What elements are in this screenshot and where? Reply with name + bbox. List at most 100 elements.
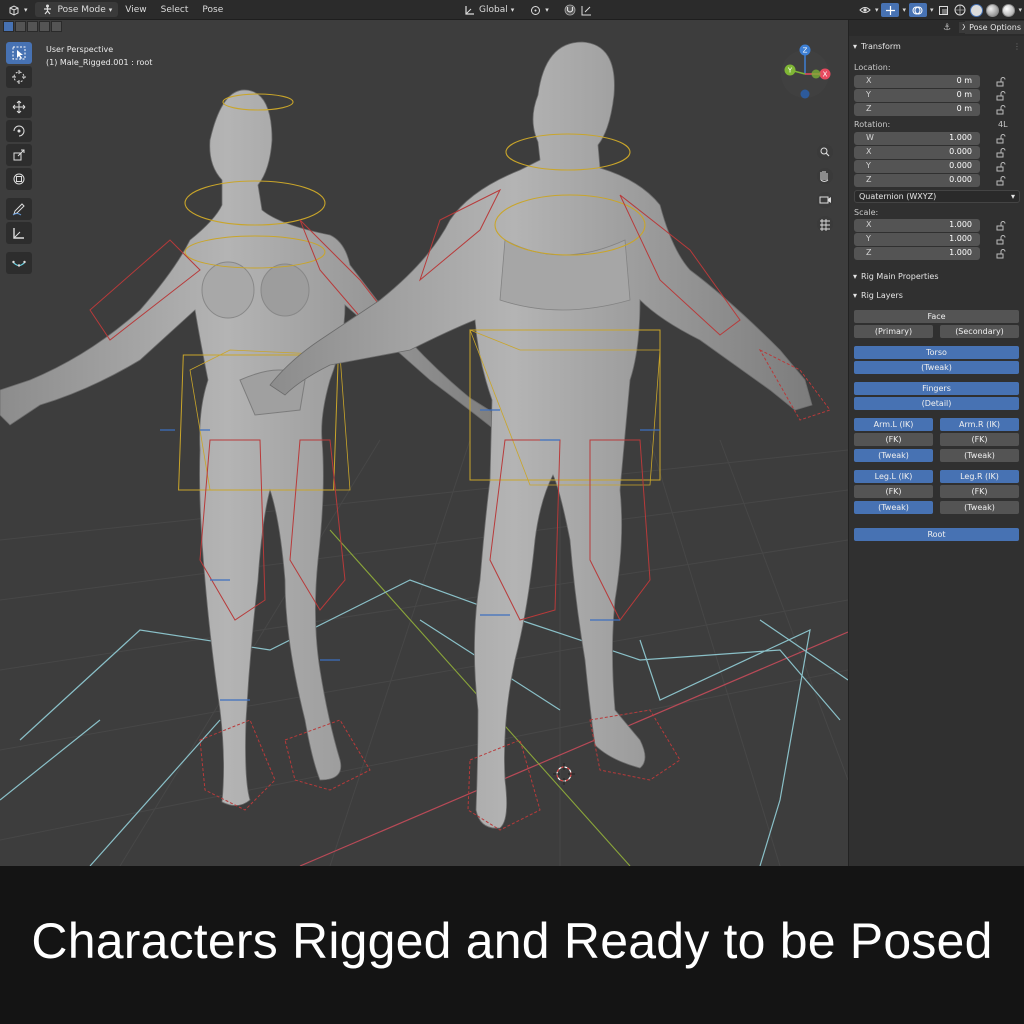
sidebar-panel: ⚓ X Pose Options ▾ Transform ⋮⋮ Location… <box>848 20 1024 866</box>
pivot-point-dropdown[interactable]: ▾ <box>521 0 556 20</box>
annotate-tool[interactable] <box>6 198 32 220</box>
scale-x-field[interactable]: X 1.000 <box>854 219 980 232</box>
sidebar-tabs: ⚓ X Pose Options <box>849 20 1024 36</box>
unlock-icon[interactable] <box>996 105 1006 115</box>
3d-viewport[interactable]: User Perspective (1) Male_Rigged.001 : r… <box>0 20 848 866</box>
orientation-axes-icon <box>462 3 476 17</box>
layer-arm-r-tweak-button[interactable]: (Tweak) <box>940 449 1019 462</box>
panel-transform-header[interactable]: ▾ Transform <box>853 42 901 51</box>
male-character[interactable] <box>269 41 831 831</box>
layer-leg-r-fk-button[interactable]: (FK) <box>940 485 1019 498</box>
navigation-gizmo[interactable]: Z X Y <box>776 42 836 242</box>
rotation-mode-dropdown[interactable]: Quaternion (WXYZ) ▾ <box>854 190 1020 203</box>
select-extend-icon[interactable] <box>15 21 26 32</box>
menu-pose[interactable]: Pose <box>195 0 230 20</box>
scale-tool[interactable] <box>6 144 32 166</box>
measure-tool[interactable] <box>6 222 32 244</box>
sidebar-pin-icon[interactable]: ⚓ <box>943 23 951 33</box>
select-intersect-icon[interactable] <box>51 21 62 32</box>
menu-view[interactable]: View <box>118 0 153 20</box>
scale-y-field[interactable]: Y 1.000 <box>854 233 980 246</box>
move-tool[interactable] <box>6 96 32 118</box>
layer-torso-tweak-button[interactable]: (Tweak) <box>854 361 1019 374</box>
chevron-down-icon[interactable]: ▾ <box>902 6 906 14</box>
unlock-icon[interactable] <box>996 148 1006 158</box>
layer-leg-l-ik-button[interactable]: Leg.L (IK) <box>854 470 933 483</box>
layer-fingers-button[interactable]: Fingers <box>854 382 1019 395</box>
scene-canvas[interactable] <box>0 20 848 866</box>
relax-pose-tool[interactable] <box>6 252 32 274</box>
overlays-icon[interactable] <box>908 3 927 17</box>
rotation-z-field[interactable]: Z 0.000 <box>854 174 980 187</box>
chevron-down-icon[interactable]: ▾ <box>875 6 879 14</box>
unlock-icon[interactable] <box>996 176 1006 186</box>
solid-shading-icon[interactable] <box>970 3 984 17</box>
layer-arm-r-fk-button[interactable]: (FK) <box>940 433 1019 446</box>
layer-face-secondary-button[interactable]: (Secondary) <box>940 325 1019 338</box>
rotation-mode-value: Quaternion (WXYZ) <box>859 192 937 201</box>
material-shading-icon[interactable] <box>986 3 1000 17</box>
panel-rig-layers-header[interactable]: ▾ Rig Layers <box>853 291 903 300</box>
wireframe-shading-icon[interactable] <box>953 3 967 17</box>
chevron-down-icon: ▾ <box>853 42 858 51</box>
layer-face-primary-button[interactable]: (Primary) <box>854 325 933 338</box>
layer-arm-l-fk-button[interactable]: (FK) <box>854 433 933 446</box>
scale-label: Scale: <box>854 208 879 217</box>
transform-tool[interactable] <box>6 168 32 190</box>
unlock-icon[interactable] <box>996 235 1006 245</box>
female-character[interactable] <box>0 89 506 811</box>
transform-orientation-dropdown[interactable]: Global ▾ <box>455 0 521 20</box>
xray-icon[interactable] <box>936 3 950 17</box>
layer-arm-r-ik-button[interactable]: Arm.R (IK) <box>940 418 1019 431</box>
unlock-icon[interactable] <box>996 91 1006 101</box>
cursor-tool[interactable] <box>6 66 32 88</box>
panel-rig-main-header[interactable]: ▾ Rig Main Properties <box>853 272 939 281</box>
panel-drag-handle[interactable]: ⋮⋮ <box>1013 42 1024 51</box>
snap-toggle[interactable] <box>556 0 601 20</box>
rotation-x-field[interactable]: X 0.000 <box>854 146 980 159</box>
select-invert-icon[interactable] <box>39 21 50 32</box>
layer-torso-button[interactable]: Torso <box>854 346 1019 359</box>
layer-leg-l-tweak-button[interactable]: (Tweak) <box>854 501 933 514</box>
select-box-tool[interactable] <box>6 42 32 64</box>
location-y-field[interactable]: Y0 m <box>854 89 980 102</box>
snap-target-icon[interactable] <box>580 3 594 17</box>
unlock-icon[interactable] <box>996 77 1006 87</box>
gizmo-toggle-icon[interactable] <box>881 3 900 17</box>
rotation-w-field[interactable]: W 1.000 <box>854 132 980 145</box>
editor-type-button[interactable]: ▾ <box>0 0 35 20</box>
menu-select[interactable]: Select <box>154 0 196 20</box>
rotate-tool[interactable] <box>6 120 32 142</box>
unlock-icon[interactable] <box>996 221 1006 231</box>
mode-selector[interactable]: Pose Mode ▾ <box>34 2 119 17</box>
layer-face-button[interactable]: Face <box>854 310 1019 323</box>
unlock-icon[interactable] <box>996 162 1006 172</box>
select-subtract-icon[interactable] <box>27 21 38 32</box>
layer-arm-l-ik-button[interactable]: Arm.L (IK) <box>854 418 933 431</box>
layer-fingers-detail-button[interactable]: (Detail) <box>854 397 1019 410</box>
viewport-info: User Perspective (1) Male_Rigged.001 : r… <box>46 43 152 69</box>
layer-leg-r-ik-button[interactable]: Leg.R (IK) <box>940 470 1019 483</box>
layer-root-button[interactable]: Root <box>854 528 1019 541</box>
layer-arm-l-tweak-button[interactable]: (Tweak) <box>854 449 933 462</box>
gizmo-y-label: Y <box>787 67 793 75</box>
select-new-icon[interactable] <box>3 21 14 32</box>
chevron-down-icon[interactable]: ▾ <box>930 6 934 14</box>
gizmo-z-label: Z <box>803 47 808 55</box>
tab-pose-options[interactable]: Pose Options <box>965 21 1024 34</box>
layer-leg-l-fk-button[interactable]: (FK) <box>854 485 933 498</box>
scale-z-field[interactable]: Z 1.000 <box>854 247 980 260</box>
location-z-field[interactable]: Z0 m <box>854 103 980 116</box>
unlock-icon[interactable] <box>996 249 1006 259</box>
location-x-field[interactable]: X0 m <box>854 75 980 88</box>
chevron-down-icon[interactable]: ▾ <box>1018 6 1022 14</box>
unlock-icon[interactable] <box>996 134 1006 144</box>
view3d-icon <box>7 3 21 17</box>
rendered-shading-icon[interactable] <box>1002 3 1016 17</box>
visibility-icon[interactable] <box>858 3 872 17</box>
rotation-y-field[interactable]: Y 0.000 <box>854 160 980 173</box>
chevron-down-icon: ▾ <box>853 291 858 300</box>
layer-leg-r-tweak-button[interactable]: (Tweak) <box>940 501 1019 514</box>
rotation-4l-toggle[interactable]: 4L <box>998 120 1008 129</box>
rotate-icon <box>13 125 25 137</box>
